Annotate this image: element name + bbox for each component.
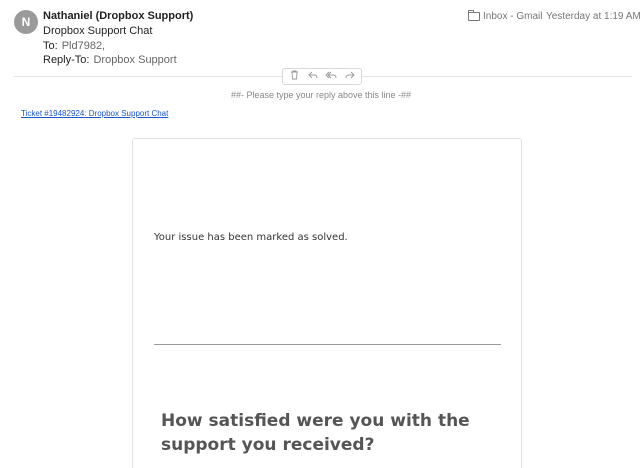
hover-action-bar bbox=[282, 68, 362, 85]
reply-separator-text: ##- Please type your reply above this li… bbox=[230, 90, 412, 100]
email-view: N Nathaniel (Dropbox Support) Dropbox Su… bbox=[0, 0, 642, 468]
sender-name[interactable]: Nathaniel (Dropbox Support) bbox=[43, 10, 193, 22]
replyto-row: Reply-To: Dropbox Support bbox=[43, 54, 177, 66]
mailbox-indicator: Inbox - Gmail bbox=[468, 10, 543, 22]
reply-icon[interactable] bbox=[305, 71, 321, 83]
message-card: Your issue has been marked as solved. Ho… bbox=[132, 138, 522, 468]
ticket-link[interactable]: Ticket #19482924: Dropbox Support Chat bbox=[21, 109, 168, 118]
forward-icon[interactable] bbox=[342, 71, 358, 83]
trash-icon[interactable] bbox=[286, 70, 302, 83]
folder-icon bbox=[468, 10, 480, 21]
email-subject: Dropbox Support Chat bbox=[43, 25, 153, 37]
sender-avatar: N bbox=[14, 10, 38, 34]
received-date: Yesterday at 1:19 AM bbox=[546, 11, 641, 22]
to-row: To: Pld7982, bbox=[43, 40, 105, 52]
satisfaction-question: How satisfied were you with the support … bbox=[161, 411, 470, 455]
card-divider bbox=[154, 344, 501, 345]
replyto-label: Reply-To: bbox=[43, 54, 90, 66]
solved-message: Your issue has been marked as solved. bbox=[154, 232, 348, 243]
reply-all-icon[interactable] bbox=[323, 71, 339, 83]
mailbox-label: Inbox - Gmail bbox=[483, 11, 543, 22]
replyto-recipient[interactable]: Dropbox Support bbox=[93, 54, 176, 66]
to-label: To: bbox=[43, 40, 58, 52]
to-recipient[interactable]: Pld7982, bbox=[62, 40, 105, 52]
